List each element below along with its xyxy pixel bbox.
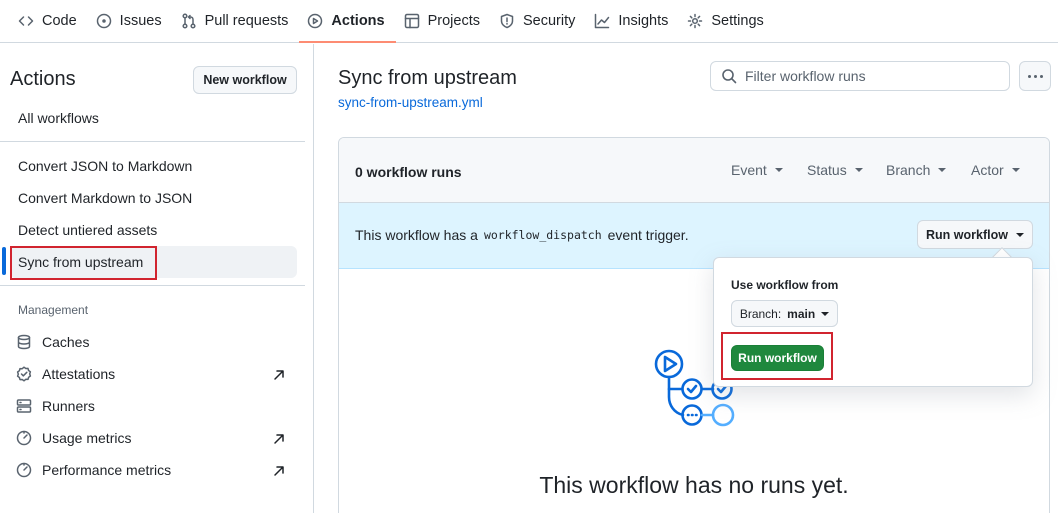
tab-security[interactable]: Security [491,0,586,42]
code-icon [18,16,34,26]
caret-down-icon [854,168,863,172]
filter-input[interactable] [745,68,995,84]
branch-prefix: Branch: [739,306,782,321]
external-link-icon [274,434,284,444]
dropdown-label: Status [807,162,847,178]
server-icon [16,399,32,413]
sidebar-item-caches[interactable]: Caches [10,327,297,357]
sidebar-item-usage-metrics[interactable]: Usage metrics [10,423,297,453]
popover-label: Use workflow from [731,278,839,292]
issue-icon [96,13,111,29]
sidebar: Actions New workflow All workflows Conve… [0,44,314,513]
sidebar-title: Actions [10,68,76,90]
dropdown-label: Event [731,162,767,178]
tab-label: Projects [427,13,480,29]
run-workflow-dropdown-label: Run workflow [926,227,1008,242]
tab-label: Settings [711,13,764,29]
pull-request-icon [182,13,196,29]
caret-down-icon [1011,168,1020,172]
filter-branch-dropdown[interactable]: Branch [886,162,947,178]
branch-name: main [787,306,816,321]
meter-icon [16,430,32,446]
database-icon [17,334,31,350]
kebab-icon [1033,74,1037,78]
sidebar-item-label: Caches [42,334,90,350]
sidebar-item-runners[interactable]: Runners [10,391,297,421]
kebab-icon [1027,74,1031,78]
repo-nav: Code Issues Pull requests Actions Projec… [0,0,1058,43]
tab-label: Insights [618,13,669,29]
caret-down-icon [821,311,830,316]
sidebar-item-workflow[interactable]: Convert Markdown to JSON [10,182,297,214]
caret-down-icon [774,168,783,172]
divider [0,141,305,142]
tab-code[interactable]: Code [10,0,88,42]
sidebar-item-label: Runners [42,398,95,414]
selected-indicator [2,247,6,275]
dispatch-code: workflow_dispatch [483,228,602,242]
empty-state-title: This workflow has no runs yet. [539,472,849,498]
sidebar-item-workflow[interactable]: Convert JSON to Markdown [10,150,297,182]
sidebar-item-all-workflows[interactable]: All workflows [10,102,297,134]
management-heading: Management [18,303,89,317]
filter-box [710,61,1010,91]
verified-icon [16,366,32,382]
new-workflow-button[interactable]: New workflow [193,66,297,94]
tab-label: Pull requests [204,13,289,29]
search-icon [722,69,737,84]
sidebar-item-attestations[interactable]: Attestations [10,359,297,389]
tab-issues[interactable]: Issues [88,0,173,42]
tab-projects[interactable]: Projects [396,0,491,42]
sidebar-item-performance-metrics[interactable]: Performance metrics [10,455,297,485]
highlight-box [721,332,833,380]
sidebar-item-label: Performance metrics [42,462,172,478]
tab-label: Code [42,13,77,29]
runs-count: 0 workflow runs [355,164,462,180]
caret-down-icon [938,168,947,172]
dispatch-text-before: This workflow has a [355,227,478,243]
tab-label: Actions [331,13,385,29]
shield-icon [500,13,514,29]
graph-icon [595,13,610,29]
tab-pull-requests[interactable]: Pull requests [173,0,300,42]
divider [0,285,305,286]
meter-icon [16,462,32,478]
tab-actions[interactable]: Actions [299,0,396,43]
run-workflow-dropdown[interactable]: Run workflow [917,220,1033,249]
table-icon [404,13,419,29]
external-link-icon [274,466,284,476]
filter-status-dropdown[interactable]: Status [807,162,863,178]
tab-settings[interactable]: Settings [679,0,774,42]
tab-insights[interactable]: Insights [586,0,679,42]
highlight-box [10,246,157,280]
gear-icon [688,13,703,29]
filter-event-dropdown[interactable]: Event [731,162,783,178]
kebab-icon [1039,74,1043,78]
runs-header: 0 workflow runs Event Status Branch Acto… [339,138,1049,203]
dispatch-text-after: event trigger. [607,227,689,243]
play-icon [308,13,323,29]
dropdown-label: Actor [971,162,1004,178]
sidebar-item-label: Usage metrics [42,430,132,446]
dropdown-label: Branch [886,162,931,178]
tab-label: Security [522,13,576,29]
workflow-file-link[interactable]: sync-from-upstream.yml [338,95,483,110]
dispatch-message: This workflow has a workflow_dispatch ev… [355,227,689,243]
branch-select-button[interactable]: Branch: main [731,300,838,327]
page-title: Sync from upstream [338,67,517,89]
sidebar-item-label: Attestations [42,366,116,382]
caret-down-icon [1015,232,1024,237]
filter-actor-dropdown[interactable]: Actor [971,162,1020,178]
external-link-icon [274,370,284,380]
tab-label: Issues [119,13,162,29]
sidebar-item-workflow[interactable]: Detect untiered assets [10,214,297,246]
more-options-button[interactable] [1019,61,1051,91]
